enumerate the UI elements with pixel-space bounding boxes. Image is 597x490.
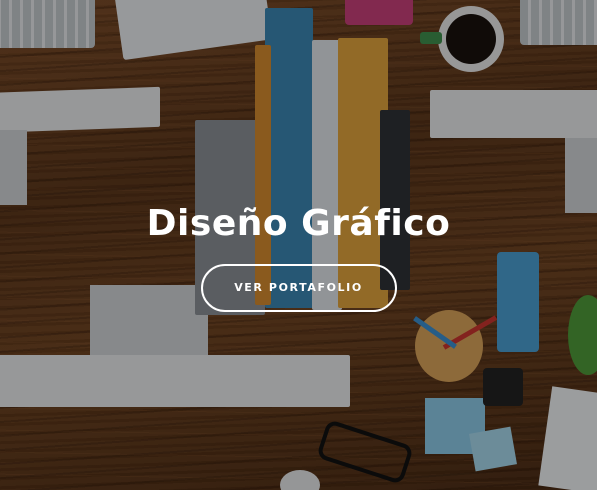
hero-content: Diseño Gráfico VER PORTAFOLIO [0,203,597,312]
page-title: Diseño Gráfico [146,203,451,244]
view-portfolio-button[interactable]: VER PORTAFOLIO [200,264,397,312]
hero-banner: Diseño Gráfico VER PORTAFOLIO [0,0,597,490]
